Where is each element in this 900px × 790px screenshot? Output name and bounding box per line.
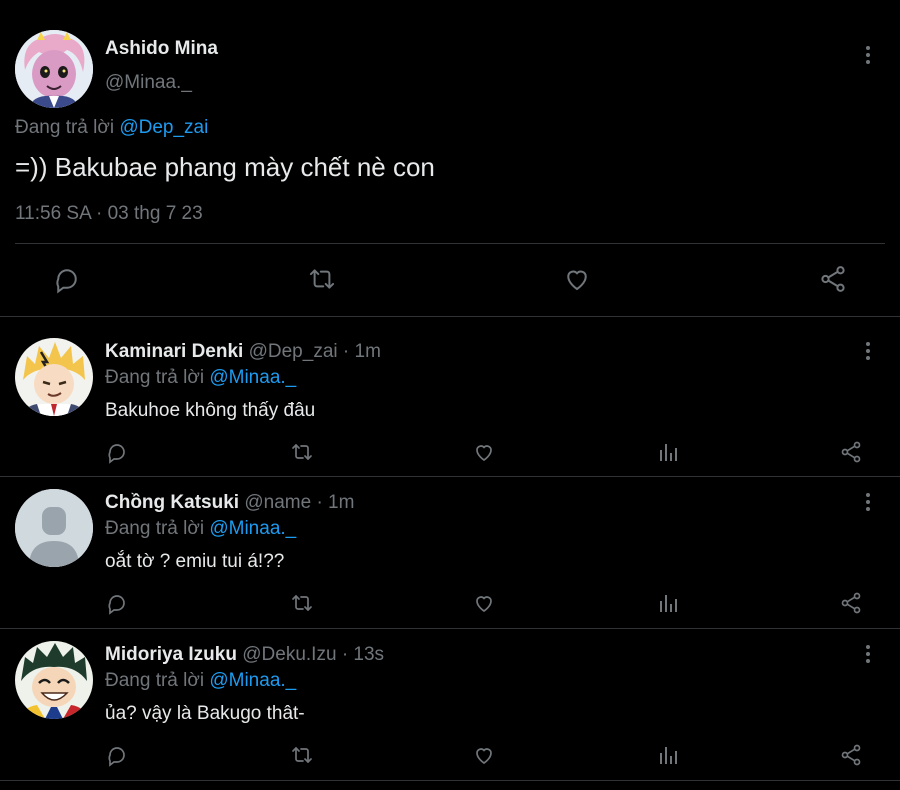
analytics-icon[interactable]	[656, 591, 680, 615]
share-icon[interactable]	[839, 440, 863, 464]
reply-text: oắt tờ ? emiu tui á!??	[105, 551, 285, 572]
reply-icon[interactable]	[52, 264, 82, 294]
avatar-kaminari-denki[interactable]	[15, 338, 93, 416]
replying-prefix: Đang trả lời	[15, 117, 115, 138]
more-options-icon[interactable]	[858, 644, 878, 664]
replying-to-line: Đang trả lời @Minaa._	[105, 367, 296, 389]
replying-to-line: Đang trả lời @Minaa._	[105, 670, 296, 692]
replying-to-link[interactable]: @Dep_zai	[119, 117, 208, 138]
main-tweet-timestamp[interactable]: 11:56 SA · 03 thg 7 23	[15, 203, 203, 225]
reply-handle[interactable]: @name	[244, 492, 311, 513]
reply-header: Midoriya Izuku @Deku.Izu · 13s	[105, 644, 384, 666]
analytics-icon[interactable]	[656, 743, 680, 767]
avatar-midoriya-izuku[interactable]	[15, 641, 93, 719]
reply-icon[interactable]	[105, 743, 129, 767]
like-icon[interactable]	[562, 264, 592, 294]
reply-display-name[interactable]: Kaminari Denki	[105, 341, 243, 362]
reply-icon[interactable]	[105, 440, 129, 464]
reply-text: ủa? vậy là Bakugo thât-	[105, 703, 305, 724]
retweet-icon[interactable]	[289, 743, 315, 767]
reply-time[interactable]: · 1m	[343, 341, 381, 362]
main-tweet-text: =)) Bakubae phang mày chết nè con	[15, 152, 435, 182]
section-divider	[0, 628, 900, 629]
replying-prefix: Đang trả lời	[105, 670, 205, 691]
analytics-icon[interactable]	[656, 440, 680, 464]
main-handle[interactable]: @Minaa._	[105, 72, 192, 94]
main-display-name[interactable]: Ashido Mina	[105, 38, 218, 60]
retweet-icon[interactable]	[289, 591, 315, 615]
avatar-ashido-mina[interactable]	[15, 30, 93, 108]
section-divider	[0, 476, 900, 477]
like-icon[interactable]	[472, 591, 496, 615]
replying-to-line: Đang trả lời @Minaa._	[105, 518, 296, 540]
reply-display-name[interactable]: Chồng Katsuki	[105, 492, 239, 513]
reply-text: Bakuhoe không thấy đâu	[105, 400, 316, 421]
reply-display-name[interactable]: Midoriya Izuku	[105, 644, 237, 665]
replying-to-link[interactable]: @Minaa._	[209, 670, 296, 691]
replying-to-link[interactable]: @Minaa._	[209, 518, 296, 539]
replying-to-line: Đang trả lời @Dep_zai	[15, 117, 208, 139]
more-options-icon[interactable]	[858, 341, 878, 361]
more-options-icon[interactable]	[858, 45, 878, 65]
reply-handle[interactable]: @Deku.Izu	[242, 644, 336, 665]
reply-icon[interactable]	[105, 591, 129, 615]
replying-to-link[interactable]: @Minaa._	[209, 367, 296, 388]
reply-time[interactable]: · 13s	[342, 644, 384, 665]
retweet-icon[interactable]	[306, 264, 338, 294]
replying-prefix: Đang trả lời	[105, 518, 205, 539]
reply-header: Kaminari Denki @Dep_zai · 1m	[105, 341, 381, 363]
like-icon[interactable]	[472, 440, 496, 464]
main-divider	[15, 243, 885, 244]
share-icon[interactable]	[818, 264, 848, 294]
section-divider	[0, 316, 900, 317]
reply-handle[interactable]: @Dep_zai	[249, 341, 338, 362]
avatar-default[interactable]	[15, 489, 93, 567]
share-icon[interactable]	[839, 591, 863, 615]
reply-header: Chồng Katsuki @name · 1m	[105, 492, 354, 514]
section-divider	[0, 780, 900, 781]
replying-prefix: Đang trả lời	[105, 367, 205, 388]
like-icon[interactable]	[472, 743, 496, 767]
retweet-icon[interactable]	[289, 440, 315, 464]
more-options-icon[interactable]	[858, 492, 878, 512]
share-icon[interactable]	[839, 743, 863, 767]
reply-time[interactable]: · 1m	[316, 492, 354, 513]
